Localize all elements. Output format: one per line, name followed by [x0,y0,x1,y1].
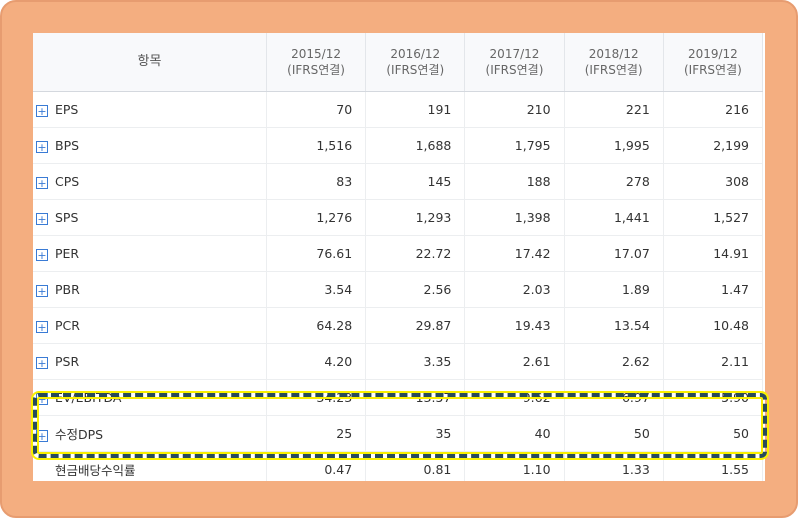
row-label: PCR [55,318,80,333]
table-row: + PER 76.61 22.72 17.42 17.07 14.91 [33,235,764,272]
value-cell: 83 [266,163,367,200]
value-cell: 188 [464,163,565,200]
table-row: + PBR 3.54 2.56 2.03 1.89 1.47 [33,271,764,308]
value-cell: 29.87 [365,307,466,344]
value-cell: 19.43 [464,307,565,344]
period-year: 2019/12 [687,47,738,61]
row-label-cell: + PBR [33,271,267,308]
row-label: CPS [55,174,80,189]
value-cell: 2.61 [464,343,565,380]
period-basis: (IFRS연결) [287,63,345,77]
value-cell: 210 [464,91,565,128]
header-period: 2015/12 (IFRS연결) [266,33,367,92]
value-cell: 1,516 [266,127,367,164]
table-header-row: 항목 2015/12 (IFRS연결) 2016/12 (IFRS연결) 2017/… [33,33,764,92]
row-label-cell: + PSR [33,343,267,380]
period-year: 2017/12 [489,47,540,61]
value-cell: 1,995 [564,127,664,164]
table-row: + BPS 1,516 1,688 1,795 1,995 2,199 [33,127,764,164]
row-label: EPS [55,102,79,117]
value-cell: 1,527 [663,199,764,236]
value-cell: 1,688 [365,127,466,164]
header-period: 2018/12 (IFRS연결) [564,33,664,92]
value-cell: 3.54 [266,271,367,308]
table-row: + EPS 70 191 210 221 216 [33,91,764,128]
value-cell: 1,398 [464,199,565,236]
period-basis: (IFRS연결) [683,63,742,77]
value-cell: 1.89 [564,271,664,308]
value-cell: 4.20 [266,343,367,380]
value-cell: 14.91 [663,235,764,272]
value-cell: 191 [365,91,466,128]
value-cell: 64.28 [266,307,367,344]
table-row: + CPS 83 145 188 278 308 [33,163,764,200]
expand-plus-icon[interactable]: + [36,320,48,333]
value-cell: 17.42 [464,235,565,272]
value-cell: 216 [663,91,764,128]
table-row: + PCR 64.28 29.87 19.43 13.54 10.48 [33,307,764,344]
value-cell: 10.48 [663,307,764,344]
value-cell: 22.72 [365,235,466,272]
value-cell: 3.35 [365,343,466,380]
row-label: PBR [55,282,80,297]
value-cell: 1,795 [464,127,565,164]
period-basis: (IFRS연결) [485,63,544,77]
value-cell: 2.11 [663,343,764,380]
expand-plus-icon[interactable]: + [36,140,48,153]
period-basis: (IFRS연결) [386,63,445,77]
table-row: + PSR 4.20 3.35 2.61 2.62 2.11 [33,343,764,380]
header-item: 항목 [33,33,267,92]
value-cell: 70 [266,91,367,128]
row-label-cell: + PCR [33,307,267,344]
value-cell: 2.62 [564,343,664,380]
expand-plus-icon[interactable]: + [36,248,48,261]
highlight-box [31,391,769,460]
expand-plus-icon[interactable]: + [36,356,48,369]
row-label: PER [55,246,80,261]
period-year: 2015/12 [291,47,341,61]
header-period: 2019/12 (IFRS연결) [663,33,764,92]
value-cell: 13.54 [564,307,664,344]
value-cell: 76.61 [266,235,367,272]
value-cell: 145 [365,163,466,200]
header-period: 2016/12 (IFRS연결) [365,33,466,92]
row-label-cell: + CPS [33,163,267,200]
value-cell: 278 [564,163,664,200]
row-label-cell: + SPS [33,199,267,236]
header-period: 2017/12 (IFRS연결) [464,33,565,92]
row-label: 현금배당수익률 [55,463,136,478]
value-cell: 1,441 [564,199,664,236]
period-year: 2018/12 [588,47,639,61]
row-label: PSR [55,354,80,369]
period-basis: (IFRS연결) [584,63,643,77]
row-label-cell: + PER [33,235,267,272]
value-cell: 2,199 [663,127,764,164]
table-row: + SPS 1,276 1,293 1,398 1,441 1,527 [33,199,764,236]
row-label: BPS [55,138,80,153]
value-cell: 1,293 [365,199,466,236]
expand-plus-icon[interactable]: + [36,284,48,297]
value-cell: 221 [564,91,664,128]
period-year: 2016/12 [390,47,441,61]
row-label-cell: + BPS [33,127,267,164]
value-cell: 17.07 [564,235,664,272]
value-cell: 1.47 [663,271,764,308]
value-cell: 308 [663,163,764,200]
row-label: SPS [55,210,79,225]
value-cell: 2.03 [464,271,565,308]
row-label-cell: + EPS [33,91,267,128]
expand-plus-icon[interactable]: + [36,104,48,117]
value-cell: 2.56 [365,271,466,308]
expand-plus-icon[interactable]: + [36,176,48,189]
value-cell: 1,276 [266,199,367,236]
expand-plus-icon[interactable]: + [36,212,48,225]
